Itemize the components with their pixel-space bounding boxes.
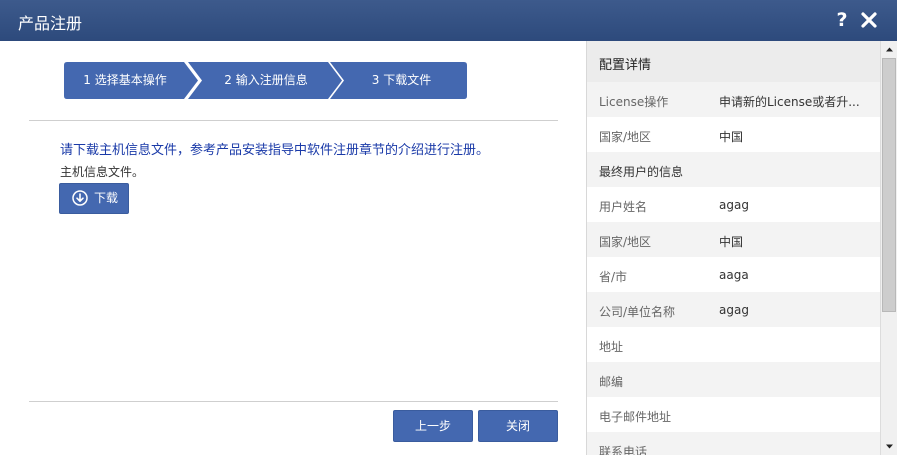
content-divider-top [29, 120, 558, 121]
detail-value: aaga [719, 268, 749, 282]
detail-key: 地址 [599, 340, 624, 354]
scroll-up-arrow-icon[interactable] [881, 41, 897, 58]
window-title: 产品注册 [18, 14, 83, 33]
detail-key: 电子邮件地址 [599, 410, 672, 424]
scrollbar-thumb[interactable] [882, 58, 896, 312]
detail-row: 国家/地区 中国 [587, 222, 881, 257]
detail-row: 用户姓名 agag [587, 187, 881, 222]
detail-key: 省/市 [599, 270, 628, 284]
detail-value: 中国 [719, 235, 744, 249]
step-1-label: 1 选择基本操作 [83, 73, 167, 87]
help-icon[interactable]: ? [834, 8, 850, 32]
detail-value: 申请新的License或者升... [719, 95, 860, 109]
detail-value: agag [719, 303, 749, 317]
title-bar: 产品注册 ? [0, 0, 897, 41]
config-details-title: 配置详情 [599, 58, 652, 73]
detail-row: License操作 申请新的License或者升... [587, 82, 881, 117]
close-button[interactable]: 关闭 [478, 410, 558, 442]
detail-row: 地址 [587, 327, 881, 362]
step-2: 2 输入注册信息 [188, 62, 344, 99]
scroll-down-arrow-icon[interactable] [881, 438, 897, 455]
detail-key: 公司/单位名称 [599, 305, 676, 319]
download-circle-icon [72, 190, 88, 206]
detail-section-title: 最终用户的信息 [599, 165, 684, 179]
detail-row: 公司/单位名称 agag [587, 292, 881, 327]
detail-key: 用户姓名 [599, 200, 648, 214]
step-3: 3 下载文件 [330, 62, 467, 99]
step-3-label: 3 下载文件 [371, 73, 432, 87]
download-button[interactable]: 下载 [59, 183, 129, 214]
detail-key: License操作 [599, 95, 669, 109]
detail-value: 中国 [719, 130, 744, 144]
detail-row: 电子邮件地址 [587, 397, 881, 432]
config-details-panel: 配置详情 License操作 申请新的License或者升... 国家/地区 中… [586, 41, 881, 455]
host-file-label: 主机信息文件。 [60, 165, 145, 179]
detail-key: 国家/地区 [599, 130, 652, 144]
detail-row: 省/市 aaga [587, 257, 881, 292]
detail-key: 联系电话 [599, 445, 648, 455]
instruction-text: 请下载主机信息文件，参考产品安装指导中软件注册章节的介绍进行注册。 [60, 143, 490, 158]
step-1: 1 选择基本操作 [64, 62, 200, 99]
detail-key: 国家/地区 [599, 235, 652, 249]
details-scrollbar[interactable] [880, 41, 897, 455]
detail-key: 邮编 [599, 375, 624, 389]
config-details-list: License操作 申请新的License或者升... 国家/地区 中国 最终用… [587, 82, 881, 455]
detail-value: agag [719, 198, 749, 212]
detail-section-row: 最终用户的信息 [587, 152, 881, 187]
detail-row: 联系电话 [587, 432, 881, 455]
config-details-header: 配置详情 [587, 41, 881, 83]
close-icon[interactable] [860, 11, 878, 29]
content-divider-bottom [29, 401, 558, 402]
previous-step-button[interactable]: 上一步 [393, 410, 473, 442]
detail-row: 邮编 [587, 362, 881, 397]
download-button-label: 下载 [94, 191, 119, 205]
wizard-steps: 1 选择基本操作 2 输入注册信息 3 下载文件 [64, 62, 467, 99]
detail-row: 国家/地区 中国 [587, 117, 881, 152]
step-2-label: 2 输入注册信息 [224, 73, 308, 87]
